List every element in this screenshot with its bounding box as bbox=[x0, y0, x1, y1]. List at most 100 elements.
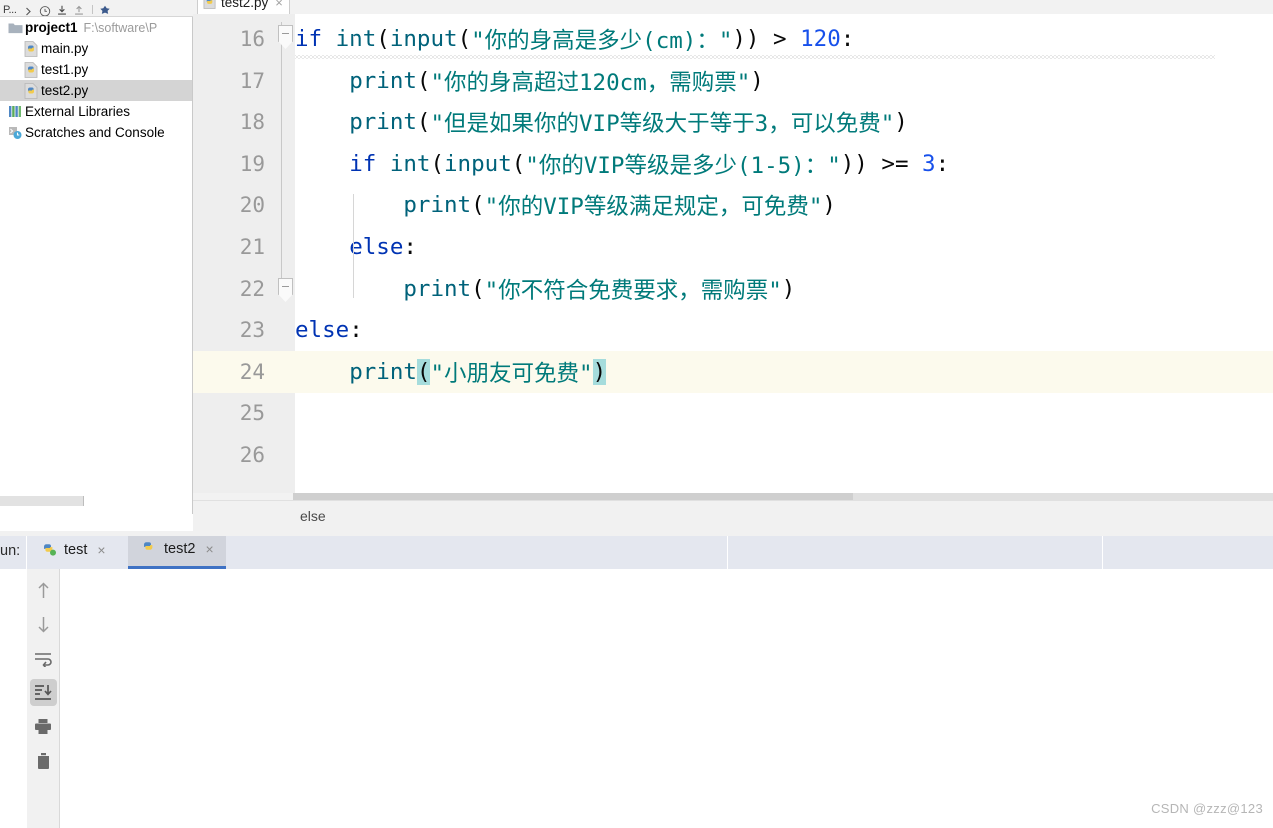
chevron-right-icon[interactable] bbox=[20, 7, 37, 16]
tree-item-external-libraries[interactable]: External Libraries bbox=[0, 101, 192, 122]
indent-guide bbox=[353, 194, 354, 298]
toolbar-divider bbox=[91, 5, 93, 14]
run-tab-test2[interactable]: test2 × bbox=[128, 531, 226, 569]
code-token: else bbox=[295, 317, 350, 344]
tree-item-label: External Libraries bbox=[25, 104, 131, 119]
soft-wrap-icon[interactable] bbox=[30, 645, 57, 672]
fold-marker-else[interactable] bbox=[278, 278, 293, 302]
clear-all-icon[interactable] bbox=[30, 747, 57, 774]
code-line[interactable] bbox=[295, 434, 1273, 476]
code-token: ( bbox=[430, 150, 445, 177]
upload-icon[interactable] bbox=[71, 5, 88, 16]
code-line[interactable]: print("你的身高超过120cm，需购票") bbox=[295, 60, 1273, 102]
warning-squiggle bbox=[295, 55, 1215, 59]
scroll-up-icon[interactable] bbox=[30, 577, 57, 604]
line-number[interactable]: 21 bbox=[193, 226, 295, 268]
settings-icon[interactable] bbox=[97, 4, 114, 16]
library-icon bbox=[6, 105, 25, 118]
code-token: : bbox=[840, 26, 855, 52]
code-token: "你的VIP等级是多少(1-5)：" bbox=[525, 152, 841, 179]
python-file-icon bbox=[22, 82, 41, 99]
run-tab-test[interactable]: test × bbox=[28, 531, 118, 569]
code-line[interactable]: if int(input("你的身高是多少(cm)：")) > 120: bbox=[295, 18, 1273, 60]
code-line[interactable]: else: bbox=[295, 226, 1273, 268]
tab-divider bbox=[26, 531, 27, 569]
code-token: if bbox=[295, 26, 336, 52]
code-line[interactable]: if int(input("你的VIP等级是多少(1-5)：")) >= 3: bbox=[295, 143, 1273, 185]
code-token: print bbox=[349, 67, 417, 94]
line-number[interactable]: 20 bbox=[193, 184, 295, 226]
line-number[interactable]: 23 bbox=[193, 309, 295, 351]
code-line[interactable]: print("你的VIP等级满足规定，可免费") bbox=[295, 184, 1273, 226]
code-token: ( bbox=[416, 67, 431, 94]
tree-item-scratches-and-consoles[interactable]: Scratches and Console bbox=[0, 122, 192, 143]
tree-item-label: test1.py bbox=[41, 62, 89, 77]
run-panel: un: test × test2 × bbox=[0, 531, 1273, 828]
python-file-icon bbox=[22, 61, 41, 78]
download-icon[interactable] bbox=[54, 5, 71, 16]
code-token: if bbox=[349, 150, 390, 177]
tree-item-label: main.py bbox=[41, 41, 89, 56]
code-token: ) bbox=[750, 67, 764, 94]
code-token: 3 bbox=[922, 150, 936, 177]
run-tab-bar: un: test × test2 × bbox=[0, 531, 1273, 569]
code-token: : bbox=[349, 317, 363, 344]
line-number[interactable]: 17 bbox=[193, 60, 295, 102]
code-token: ( bbox=[416, 358, 431, 385]
editor-tab-label: test2.py bbox=[221, 0, 269, 10]
python-run-icon bbox=[140, 538, 157, 559]
code-token: ( bbox=[416, 109, 431, 136]
history-icon[interactable] bbox=[37, 5, 54, 16]
code-line[interactable] bbox=[295, 392, 1273, 434]
breadcrumb[interactable]: else bbox=[193, 500, 1273, 531]
code-line[interactable]: print("你不符合免费要求，需购票") bbox=[295, 268, 1273, 310]
tree-item-test2-py[interactable]: test2.py bbox=[0, 80, 192, 101]
tree-item-test1-py[interactable]: test1.py bbox=[0, 59, 192, 80]
editor-tab-test2-py[interactable]: test2.py × bbox=[197, 0, 290, 14]
code-content[interactable]: if int(input("你的身高是多少(cm)：")) > 120: pri… bbox=[295, 14, 1273, 499]
tree-item-project1[interactable]: project1 F:\software\P bbox=[0, 17, 192, 38]
close-icon[interactable]: × bbox=[275, 0, 283, 10]
console-toolbar[interactable] bbox=[27, 569, 60, 828]
python-run-icon bbox=[40, 540, 57, 561]
code-token: ) bbox=[822, 192, 836, 219]
code-token: input bbox=[444, 150, 512, 177]
line-number[interactable]: 18 bbox=[193, 101, 295, 143]
code-token: : bbox=[403, 234, 417, 260]
fold-marker-if[interactable] bbox=[278, 25, 293, 49]
project-tree-panel[interactable]: project1 F:\software\P main.py test1.py … bbox=[0, 17, 193, 514]
scroll-down-icon[interactable] bbox=[30, 611, 57, 638]
line-number[interactable]: 25 bbox=[193, 392, 295, 434]
code-token: print bbox=[349, 358, 417, 385]
main-toolbar: P... bbox=[0, 0, 193, 17]
fold-guide-line bbox=[281, 22, 282, 294]
line-number[interactable]: 24 bbox=[193, 350, 295, 393]
print-icon[interactable] bbox=[30, 713, 57, 740]
line-number[interactable]: 19 bbox=[193, 143, 295, 185]
code-editor[interactable]: 16 17 18 19 20 21 22 23 24 25 26 if int(input("你的身… bbox=[193, 14, 1273, 499]
code-token: ( bbox=[457, 26, 472, 52]
code-token: : bbox=[935, 150, 950, 177]
project-panel-hscrollbar[interactable] bbox=[0, 496, 84, 506]
code-token: else bbox=[349, 234, 404, 260]
toolbar-project-label[interactable]: P... bbox=[0, 0, 20, 16]
tree-item-main-py[interactable]: main.py bbox=[0, 38, 192, 59]
code-line[interactable]: print("但是如果你的VIP等级大于等于3，可以免费") bbox=[295, 101, 1273, 143]
code-token: print bbox=[403, 192, 472, 219]
scroll-to-end-icon[interactable] bbox=[29, 679, 57, 706]
line-number[interactable]: 26 bbox=[193, 434, 295, 476]
line-number-gutter[interactable]: 16 17 18 19 20 21 22 23 24 25 26 bbox=[193, 14, 295, 499]
code-line[interactable]: print("小朋友可免费") bbox=[295, 350, 1273, 393]
code-line[interactable]: else: bbox=[295, 309, 1273, 351]
editor-hscrollbar[interactable] bbox=[193, 493, 1273, 500]
close-icon[interactable]: × bbox=[205, 541, 213, 557]
close-icon[interactable]: × bbox=[97, 542, 105, 558]
breadcrumb-label: else bbox=[300, 508, 326, 524]
